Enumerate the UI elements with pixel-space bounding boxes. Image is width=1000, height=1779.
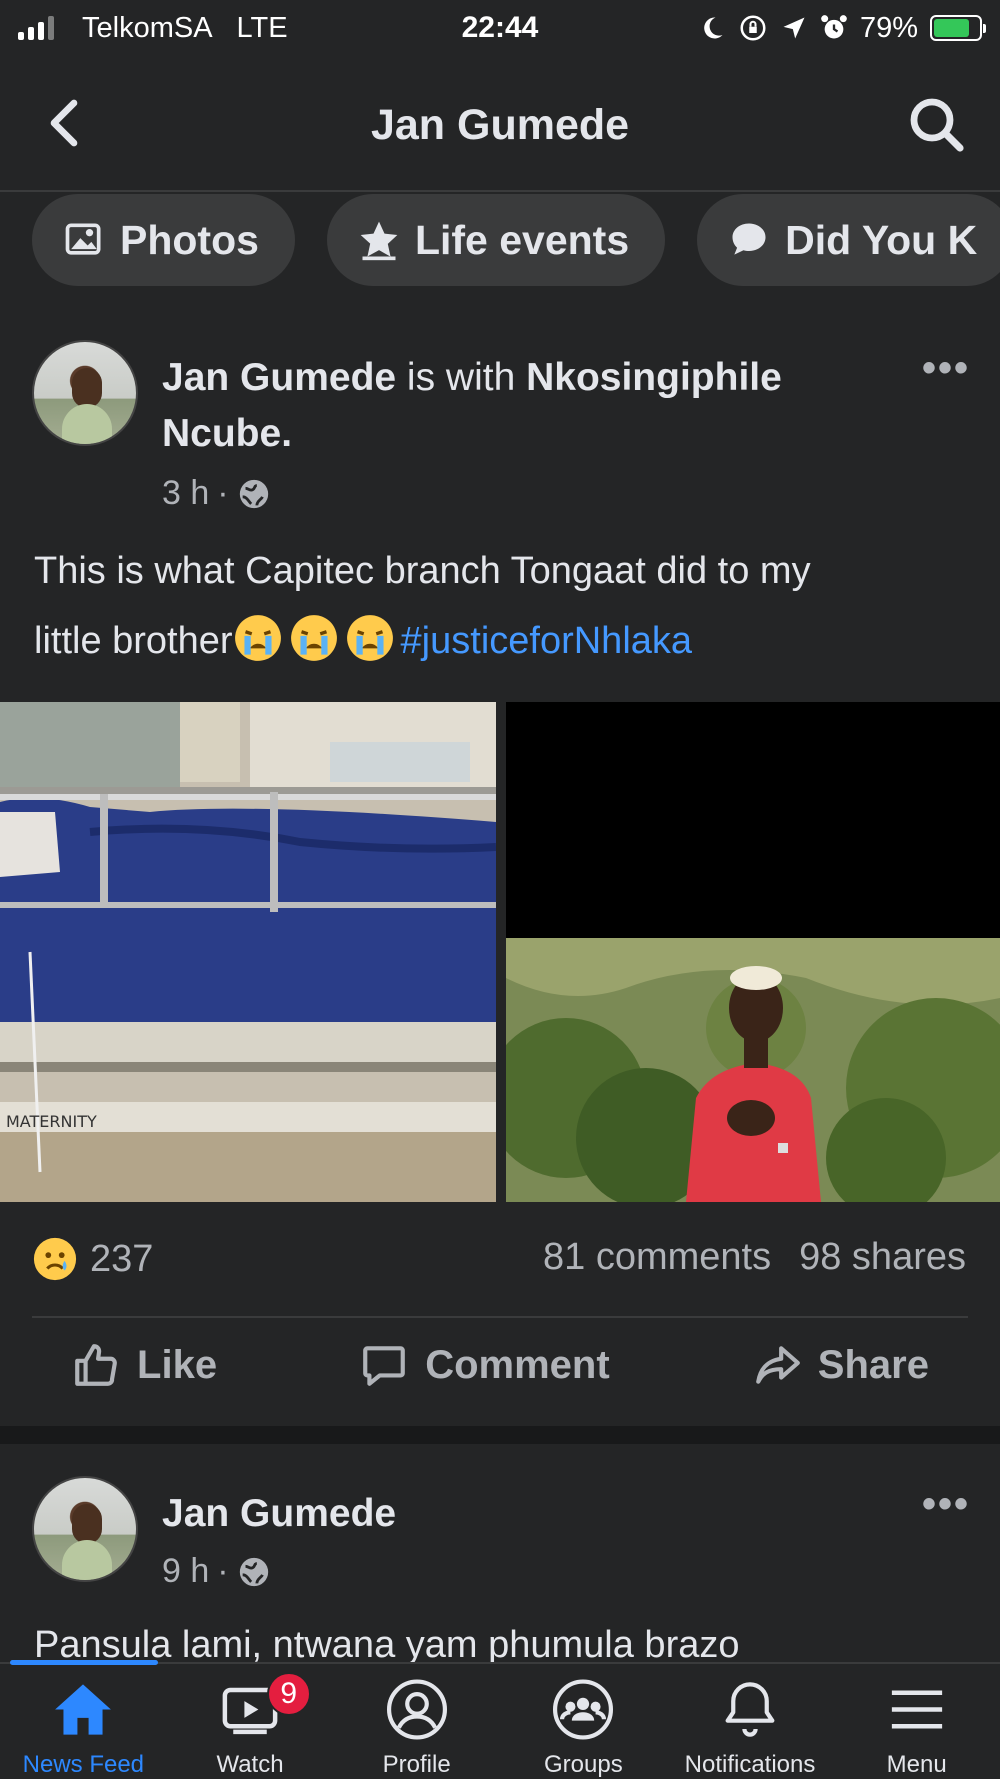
battery-icon [930,15,986,41]
like-label: Like [137,1342,218,1387]
status-bar: TelkomSA LTE 22:44 79% [0,0,1000,56]
tab-label: Menu [886,1751,947,1778]
chip-label: Life events [414,216,630,263]
search-icon[interactable] [906,94,966,154]
notification-badge: 9 [266,1672,311,1716]
menu-icon [891,1690,942,1729]
chip-did-you-know[interactable]: Did You K [697,194,1000,286]
with-text: is with [396,356,527,399]
author-avatar[interactable] [32,340,138,446]
post-time[interactable]: 3 h [162,474,209,513]
tab-watch[interactable]: Watch 9 [167,1664,334,1779]
portrait-photo [506,938,1000,1202]
bottom-tab-bar: News Feed Watch 9 Profile Groups Notific… [0,1662,1000,1779]
post-options-icon[interactable]: ••• [922,346,970,391]
post-separator [0,1426,1000,1444]
crying-face-icon [346,615,393,661]
like-button[interactable]: Like [71,1340,217,1390]
post-photo-blank[interactable] [506,702,1000,938]
share-button[interactable]: Share [752,1340,929,1390]
tagged-name-line2[interactable]: Ncube. [162,412,292,455]
tab-label: Notifications [684,1751,816,1778]
comment-label: Comment [425,1342,610,1387]
back-chevron-icon[interactable] [44,98,84,148]
share-label: Share [817,1342,929,1387]
post-options-icon[interactable]: ••• [922,1482,970,1527]
page-title: Jan Gumede [370,100,630,149]
maternity-label: MATERNITY [6,1112,97,1131]
chip-life-events[interactable]: Life events [326,194,666,286]
chip-label: Did You K [785,216,978,263]
header-divider [0,190,1000,192]
post-text: This is what Capitec branch Tongaat did … [34,536,974,676]
speech-bubble-icon [732,223,766,255]
post-meta: 3 h · [162,474,271,513]
meta-dot: · [217,474,229,512]
groups-icon [553,1679,614,1740]
star-icon [360,221,398,261]
post-actions: Like Comment Share [0,1340,1000,1390]
crying-face-icon [234,615,281,661]
share-arrow-icon [755,1346,800,1384]
comment-button[interactable]: Comment [359,1340,610,1390]
tab-label: Groups [544,1751,623,1778]
post-time[interactable]: 9 h [162,1552,209,1591]
tab-groups[interactable]: Groups [500,1664,667,1779]
globe-icon [239,1557,268,1586]
globe-icon [239,479,268,508]
sad-face-icon [33,1237,77,1281]
author-avatar[interactable] [32,1476,138,1582]
share-count[interactable]: 98 shares [799,1236,966,1279]
actions-divider [32,1316,968,1318]
chip-label: Photos [120,216,259,263]
tab-news-feed[interactable]: News Feed [0,1664,167,1779]
tab-menu[interactable]: Menu [833,1664,1000,1779]
bell-icon [725,1682,775,1737]
post-text-line2: little brother [34,620,233,662]
tab-profile[interactable]: Profile [333,1664,500,1779]
clock: 22:44 [461,11,539,44]
reaction-summary[interactable]: 237 [32,1236,153,1282]
thumbs-up-icon [75,1344,117,1386]
tab-notifications[interactable]: Notifications [667,1664,834,1779]
hashtag-link[interactable]: #justiceforNhlaka [401,620,692,662]
post-photo-hospital[interactable]: MATERNITY [0,702,496,1202]
meta-dot: · [217,1552,229,1590]
post-photo-portrait[interactable] [506,938,1000,1202]
comment-icon [363,1346,406,1386]
active-tab-indicator [10,1660,158,1665]
tab-label: Watch [216,1751,284,1778]
profile-header: Jan Gumede [0,70,1000,180]
tagged-name[interactable]: Nkosingiphile [526,356,782,399]
profile-chips: Photos Life events Did You K [32,194,1000,286]
post-author-line: Jan Gumede is with Nkosingiphile Ncube. [162,350,882,462]
post2-author-line: Jan Gumede [162,1486,396,1542]
tab-label: News Feed [22,1751,145,1778]
tab-label: Profile [382,1751,451,1778]
photos-icon [65,223,101,255]
post2-meta: 9 h · [162,1552,271,1591]
home-icon [55,1684,112,1735]
crying-face-icon [290,615,337,661]
hospital-bed-photo: MATERNITY [0,702,496,1202]
post-text-line1: This is what Capitec branch Tongaat did … [34,550,811,592]
reaction-count: 237 [90,1237,154,1280]
author-name[interactable]: Jan Gumede [162,1492,396,1535]
profile-icon [386,1679,447,1740]
engagement-counts: 81 comments 98 shares [543,1236,966,1279]
comment-count[interactable]: 81 comments [543,1236,771,1279]
post2-text-line: Pansula lami, ntwana yam phumula brazo [34,1624,740,1662]
post2-text: Pansula lami, ntwana yam phumula brazo [34,1610,974,1662]
chip-photos[interactable]: Photos [32,194,295,286]
author-name[interactable]: Jan Gumede [162,356,396,399]
